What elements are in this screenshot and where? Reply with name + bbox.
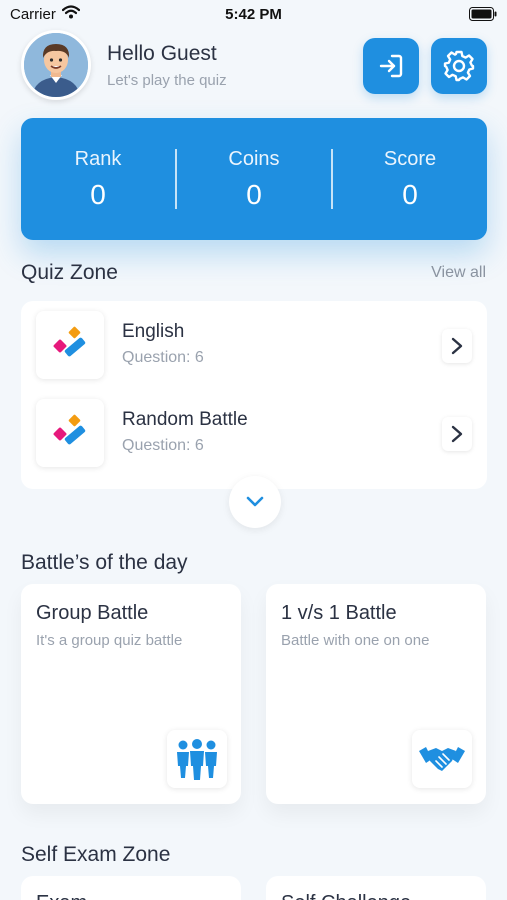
battery-icon — [469, 7, 497, 21]
self-challenge-card[interactable]: Self Challenge — [266, 876, 486, 900]
stat-value: 0 — [90, 178, 106, 210]
quiz-list-card: English Question: 6 Random Battle Questi… — [21, 301, 487, 489]
avatar-image — [24, 33, 88, 97]
login-button[interactable] — [363, 38, 419, 94]
stat-label: Rank — [74, 147, 122, 170]
status-bar: Carrier 5:42 PM — [0, 0, 507, 28]
group-battle-card[interactable]: Group Battle It's a group quiz battle — [21, 584, 241, 804]
gear-icon — [443, 50, 475, 82]
chevron-right-icon[interactable] — [442, 417, 472, 451]
battle-title: 1 v/s 1 Battle — [281, 602, 397, 624]
quiz-name: English — [122, 321, 185, 342]
expand-list-button[interactable] — [229, 476, 281, 528]
header: Hello Guest Let's play the quiz — [21, 30, 487, 100]
stat-coins: Coins 0 — [177, 148, 331, 211]
one-vs-one-battle-card[interactable]: 1 v/s 1 Battle Battle with one on one — [266, 584, 486, 804]
login-icon — [379, 54, 403, 78]
quiz-category-icon — [36, 399, 104, 467]
wifi-icon — [61, 5, 80, 23]
stat-score: Score 0 — [333, 148, 487, 211]
stats-card: Rank 0 Coins 0 Score 0 — [21, 118, 487, 240]
quiz-zone-title: Quiz Zone — [21, 261, 118, 284]
exam-card[interactable]: Exam — [21, 876, 241, 900]
exam-card-title: Exam — [36, 892, 87, 900]
quiz-item-english[interactable]: English Question: 6 — [21, 311, 487, 381]
stat-label: Score — [383, 147, 437, 170]
settings-button[interactable] — [431, 38, 487, 94]
greeting-title: Hello Guest — [107, 42, 217, 65]
stat-value: 0 — [402, 178, 418, 210]
battles-title: Battle’s of the day — [21, 551, 188, 574]
exam-card-title: Self Challenge — [281, 892, 411, 900]
chevron-right-icon[interactable] — [442, 329, 472, 363]
avatar[interactable] — [21, 30, 91, 100]
status-left: Carrier — [10, 5, 80, 23]
battle-subtitle: Battle with one on one — [281, 632, 430, 649]
stat-label: Coins — [228, 147, 280, 170]
quiz-question-count: Question: 6 — [122, 349, 204, 366]
self-exam-title: Self Exam Zone — [21, 843, 171, 866]
quiz-name: Random Battle — [122, 409, 248, 430]
view-all-link[interactable]: View all — [431, 264, 486, 282]
group-icon — [167, 730, 227, 788]
carrier-label: Carrier — [10, 5, 56, 23]
quiz-category-icon — [36, 311, 104, 379]
quiz-question-count: Question: 6 — [122, 437, 204, 454]
greeting-subtitle: Let's play the quiz — [107, 72, 227, 89]
quiz-item-random-battle[interactable]: Random Battle Question: 6 — [21, 399, 487, 469]
chevron-down-icon — [246, 496, 264, 507]
handshake-icon — [412, 730, 472, 788]
battle-title: Group Battle — [36, 602, 149, 624]
battle-subtitle: It's a group quiz battle — [36, 632, 183, 649]
stat-rank: Rank 0 — [21, 148, 175, 211]
stat-value: 0 — [246, 178, 262, 210]
